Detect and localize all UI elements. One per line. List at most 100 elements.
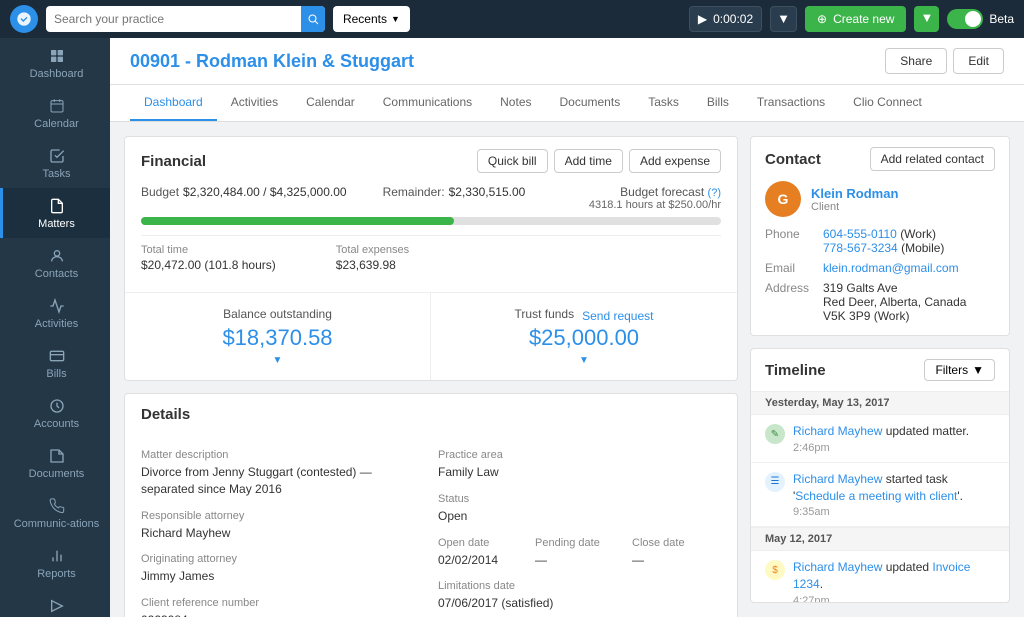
page-title: 00901 - Rodman Klein & Stuggart: [130, 51, 414, 72]
sidebar-item-bills[interactable]: Bills: [0, 338, 110, 388]
address-label: Address: [765, 281, 815, 323]
pending-date-label: Pending date: [535, 537, 624, 549]
page-header: 00901 - Rodman Klein & Stuggart Share Ed…: [110, 38, 1024, 85]
status-label: Status: [438, 493, 721, 505]
send-request-link[interactable]: Send request: [582, 309, 653, 323]
tab-tasks[interactable]: Tasks: [634, 85, 693, 121]
share-button[interactable]: Share: [885, 48, 947, 74]
event-2-person-link[interactable]: Richard Mayhew: [793, 472, 882, 486]
contact-name-row: G Klein Rodman Client: [765, 181, 995, 217]
event-2-text: Richard Mayhew started task 'Schedule a …: [793, 471, 995, 505]
sidebar-item-tasks[interactable]: Tasks: [0, 138, 110, 188]
sidebar-item-campaigns[interactable]: Campaigns: [0, 588, 110, 617]
timer-display[interactable]: ▶ 0:00:02: [689, 6, 762, 32]
tab-transactions[interactable]: Transactions: [743, 85, 839, 121]
tab-clio-connect[interactable]: Clio Connect: [839, 85, 936, 121]
content-area: 00901 - Rodman Klein & Stuggart Share Ed…: [110, 38, 1024, 617]
tab-activities[interactable]: Activities: [217, 85, 292, 121]
open-date-label: Open date: [438, 537, 527, 549]
tab-communications[interactable]: Communications: [369, 85, 486, 121]
edit-button[interactable]: Edit: [953, 48, 1004, 74]
sidebar-label-bills: Bills: [46, 368, 66, 380]
sidebar-item-documents[interactable]: Documents: [0, 438, 110, 488]
sidebar-item-dashboard[interactable]: Dashboard: [0, 38, 110, 88]
close-date-group: Close date —: [632, 537, 721, 569]
timeline-card: Timeline Filters ▼ Yesterday, May 13, 20…: [750, 348, 1010, 603]
tab-calendar[interactable]: Calendar: [292, 85, 369, 121]
filters-button[interactable]: Filters ▼: [924, 359, 995, 381]
matter-description-value: Divorce from Jenny Stuggart (contested) …: [141, 464, 424, 498]
contact-avatar: G: [765, 181, 801, 217]
phone-work-link[interactable]: 604-555-0110: [823, 227, 897, 241]
beta-toggle: Beta: [947, 9, 1014, 29]
trust-funds-caret-icon[interactable]: ▼: [447, 355, 721, 366]
financial-card-header: Financial Quick bill Add time Add expens…: [125, 137, 737, 185]
play-icon: ▶: [698, 12, 707, 26]
tab-bills[interactable]: Bills: [693, 85, 743, 121]
sidebar-label-reports: Reports: [37, 568, 76, 580]
sidebar-item-calendar[interactable]: Calendar: [0, 88, 110, 138]
event-2-task-link[interactable]: Schedule a meeting with client: [795, 489, 957, 503]
right-column: Contact Add related contact G Klein Rodm…: [750, 136, 1010, 603]
status-group: Status Open: [438, 493, 721, 525]
add-time-button[interactable]: Add time: [554, 149, 623, 173]
details-card-header: Details: [125, 394, 737, 435]
timeline-date-1: Yesterday, May 13, 2017: [751, 391, 1009, 415]
total-expenses-label: Total expenses: [336, 244, 409, 256]
beta-toggle-switch[interactable]: [947, 9, 983, 29]
event-1-person-link[interactable]: Richard Mayhew: [793, 424, 882, 438]
tab-dashboard[interactable]: Dashboard: [130, 85, 217, 121]
event-2-content: Richard Mayhew started task 'Schedule a …: [793, 471, 995, 519]
edit-icon: ✎: [765, 424, 785, 444]
search-bar: [46, 6, 325, 32]
sidebar-item-contacts[interactable]: Contacts: [0, 238, 110, 288]
event-3-content: Richard Mayhew updated Invoice 1234. 4:2…: [793, 559, 995, 602]
quick-bill-button[interactable]: Quick bill: [477, 149, 548, 173]
create-new-caret[interactable]: ▼: [914, 6, 939, 32]
search-button[interactable]: [301, 6, 325, 32]
header-actions: Share Edit: [885, 48, 1004, 74]
add-expense-button[interactable]: Add expense: [629, 149, 721, 173]
sidebar-item-reports[interactable]: Reports: [0, 538, 110, 588]
remainder-label: Remainder:: [383, 185, 445, 199]
client-ref-value: 0223984: [141, 612, 424, 617]
matter-description-label: Matter description: [141, 449, 424, 461]
trust-funds-title: Trust funds: [515, 307, 575, 321]
app-logo[interactable]: [10, 5, 38, 33]
sidebar-item-activities[interactable]: Activities: [0, 288, 110, 338]
sidebar-item-communications[interactable]: Communic-ations: [0, 488, 110, 538]
event-2-time: 9:35am: [793, 506, 995, 518]
recents-button[interactable]: Recents ▼: [333, 6, 410, 32]
balance-outstanding-amount[interactable]: $18,370.58: [141, 325, 414, 351]
phone-mobile-link[interactable]: 778-567-3234: [823, 241, 898, 255]
sidebar-item-accounts[interactable]: Accounts: [0, 388, 110, 438]
plus-icon: ⊕: [817, 12, 827, 26]
balance-outstanding-caret-icon[interactable]: ▼: [141, 355, 414, 366]
total-expenses-value: $23,639.98: [336, 258, 409, 272]
tab-documents[interactable]: Documents: [546, 85, 635, 121]
tab-notes[interactable]: Notes: [486, 85, 545, 121]
search-input[interactable]: [54, 12, 301, 26]
sidebar-label-tasks: Tasks: [42, 168, 70, 180]
sidebar-item-matters[interactable]: Matters: [0, 188, 110, 238]
event-3-person-link[interactable]: Richard Mayhew: [793, 560, 882, 574]
contact-address-row: Address 319 Galts Ave Red Deer, Alberta,…: [765, 281, 995, 323]
contact-card: Contact Add related contact G Klein Rodm…: [750, 136, 1010, 336]
balance-area: Balance outstanding $18,370.58 ▼ Trust f…: [125, 292, 737, 380]
total-expenses-item: Total expenses $23,639.98: [336, 244, 409, 272]
timer-caret-button[interactable]: ▼: [770, 6, 797, 32]
contact-name[interactable]: Klein Rodman: [811, 186, 898, 201]
details-card: Details Matter description Divorce from …: [124, 393, 738, 617]
trust-funds-amount[interactable]: $25,000.00: [447, 325, 721, 351]
details-grid: Matter description Divorce from Jenny St…: [125, 435, 737, 617]
sidebar-label-communications: Communic-ations: [14, 518, 100, 530]
remainder-amount: $2,330,515.00: [449, 185, 526, 199]
matter-description-group: Matter description Divorce from Jenny St…: [141, 449, 424, 498]
create-new-button[interactable]: ⊕ Create new: [805, 6, 906, 32]
timeline-body: Yesterday, May 13, 2017 ✎ Richard Mayhew…: [751, 391, 1009, 602]
email-link[interactable]: klein.rodman@gmail.com: [823, 261, 959, 275]
address-line3: V5K 3P9 (Work): [823, 309, 966, 323]
forecast-help-icon[interactable]: (?): [708, 187, 721, 199]
sidebar-label-documents: Documents: [29, 468, 85, 480]
add-related-contact-button[interactable]: Add related contact: [870, 147, 995, 171]
